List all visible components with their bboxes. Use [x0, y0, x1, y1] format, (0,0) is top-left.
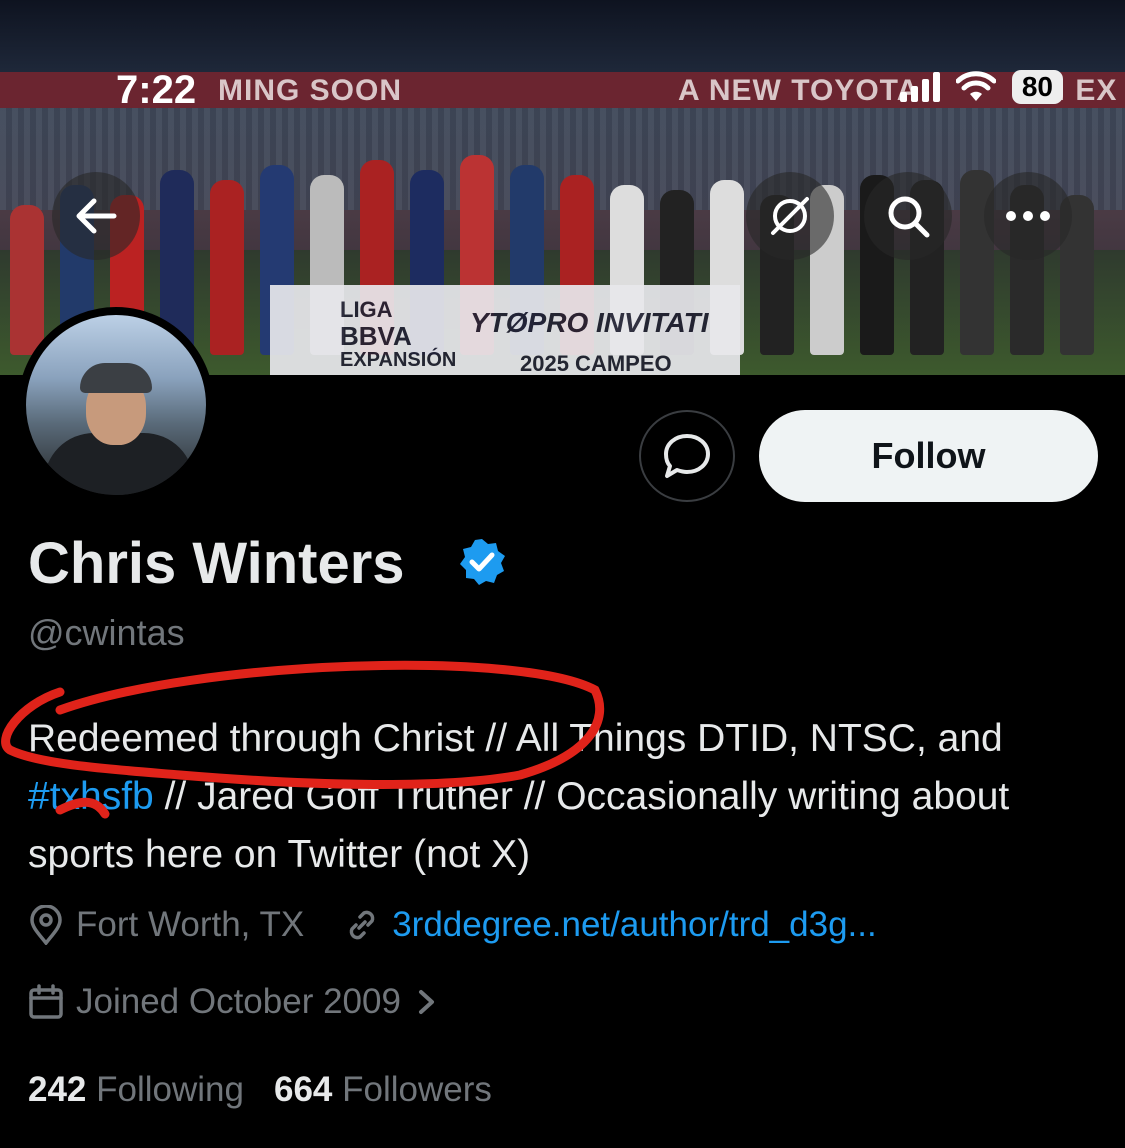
location-pin-icon: [30, 905, 62, 945]
verified-badge-icon: [460, 539, 505, 585]
cellular-signal-icon: [899, 72, 940, 102]
banner-sign-text-right: A NEW TOYOTA: [678, 74, 920, 107]
calendar-icon: [29, 984, 63, 1019]
message-button[interactable]: [639, 410, 735, 502]
profile-website-link[interactable]: 3rddegree.net/author/trd_d3g...: [392, 905, 877, 945]
back-button[interactable]: [52, 172, 140, 260]
followers-count: 664: [274, 1070, 333, 1109]
battery-indicator: 80: [1011, 70, 1063, 104]
following-label: Following: [96, 1070, 244, 1109]
status-bar-time: 7:22: [116, 68, 197, 112]
profile-display-name: Chris Winters: [28, 531, 405, 596]
grok-button[interactable]: [746, 172, 834, 260]
profile-joined-date: Joined October 2009: [76, 982, 401, 1021]
following-count-link[interactable]: 242 Following: [28, 1070, 244, 1110]
profile-avatar[interactable]: [18, 307, 214, 503]
more-horizontal-icon: [1006, 211, 1050, 221]
profile-handle: @cwintas: [28, 612, 185, 653]
following-count: 242: [28, 1070, 87, 1109]
profile-location: Fort Worth, TX: [76, 905, 305, 944]
more-options-button[interactable]: [984, 172, 1072, 260]
wifi-icon: [955, 71, 996, 101]
profile-bio: Redeemed through Christ // All Things DT…: [28, 710, 1108, 884]
status-bar-icons: 80: [899, 70, 1063, 104]
follow-button[interactable]: Follow: [759, 410, 1098, 502]
search-icon: [888, 196, 930, 238]
followers-count-link[interactable]: 664 Followers: [274, 1070, 492, 1110]
banner-sign-text-left: MING SOON: [218, 74, 403, 107]
bio-text-part1: Redeemed through Christ // All Things DT…: [28, 717, 1003, 760]
profile-joined-row[interactable]: Joined October 2009: [28, 982, 451, 1022]
bio-hashtag-link[interactable]: #txhsfb: [28, 775, 154, 818]
profile-follow-counts: 242 Following 664 Followers: [28, 1070, 492, 1110]
grok-icon: [771, 197, 809, 235]
chevron-right-icon: [418, 990, 434, 1014]
followers-label: Followers: [342, 1070, 492, 1109]
search-button[interactable]: [864, 172, 952, 260]
bio-text-part2: // Jared Goff Truther // Occasionally wr…: [28, 775, 1010, 876]
profile-meta-row: Fort Worth, TX 3rddegree.net/author/trd_…: [28, 905, 877, 945]
chat-bubble-icon: [664, 434, 710, 478]
link-icon: [349, 910, 375, 940]
arrow-left-icon: [76, 198, 117, 234]
profile-banner[interactable]: MING SOON A NEW TOYOTA M EX LIGA BBVA EX…: [0, 0, 1125, 375]
banner-trophy-board: LIGA BBVA EXPANSIÓN YTØPRO INVITATI 2025…: [270, 285, 740, 375]
